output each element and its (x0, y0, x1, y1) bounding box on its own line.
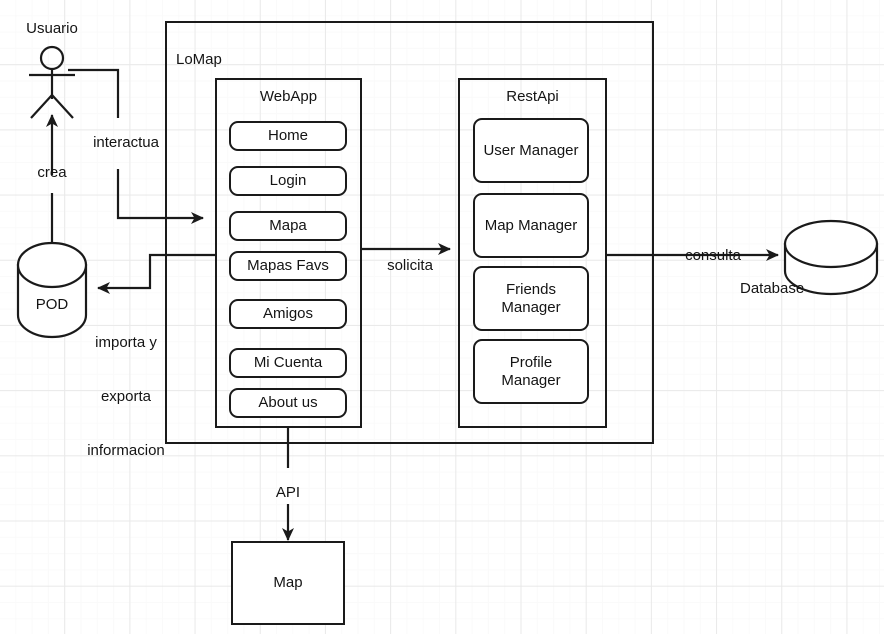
container-restapi-title: RestApi (506, 88, 559, 105)
edge-label-importa-line1: importa y (95, 334, 157, 351)
webapp-item-login[interactable]: Login (229, 166, 347, 196)
edge-label-importa-line3: informacion (87, 442, 165, 459)
edge-label-consulta: consulta (685, 247, 741, 264)
restapi-item-friends-manager[interactable]: Friends Manager (473, 266, 589, 331)
restapi-item-profile-manager[interactable]: Profile Manager (473, 339, 589, 404)
restapi-item-map-manager[interactable]: Map Manager (473, 193, 589, 258)
container-webapp-title: WebApp (259, 88, 318, 105)
webapp-item-mapas-favs[interactable]: Mapas Favs (229, 251, 347, 281)
container-lomap-title: LoMap (176, 51, 222, 68)
webapp-item-amigos[interactable]: Amigos (229, 299, 347, 329)
edge-label-importa-line2: exporta (100, 388, 152, 405)
webapp-item-mapa[interactable]: Mapa (229, 211, 347, 241)
webapp-item-about-us[interactable]: About us (229, 388, 347, 418)
database-label: Database (740, 280, 805, 297)
edge-label-api: API (275, 484, 301, 501)
restapi-item-user-manager[interactable]: User Manager (473, 118, 589, 183)
node-map-label: Map (273, 574, 303, 591)
usuario-stick-figure (29, 45, 75, 119)
usuario-label: Usuario (26, 20, 78, 37)
webapp-item-mi-cuenta[interactable]: Mi Cuenta (229, 348, 347, 378)
pod-label: POD (35, 296, 69, 313)
diagram-canvas: Usuario POD Database crea interactua imp… (0, 0, 884, 634)
node-map[interactable]: Map (231, 541, 345, 625)
edge-label-crea: crea (37, 164, 67, 181)
webapp-item-home[interactable]: Home (229, 121, 347, 151)
edge-label-importa-exporta: importa y exporta informacion (80, 298, 172, 496)
edge-label-interactua: interactua (93, 134, 159, 151)
pod-cylinder (16, 241, 88, 339)
